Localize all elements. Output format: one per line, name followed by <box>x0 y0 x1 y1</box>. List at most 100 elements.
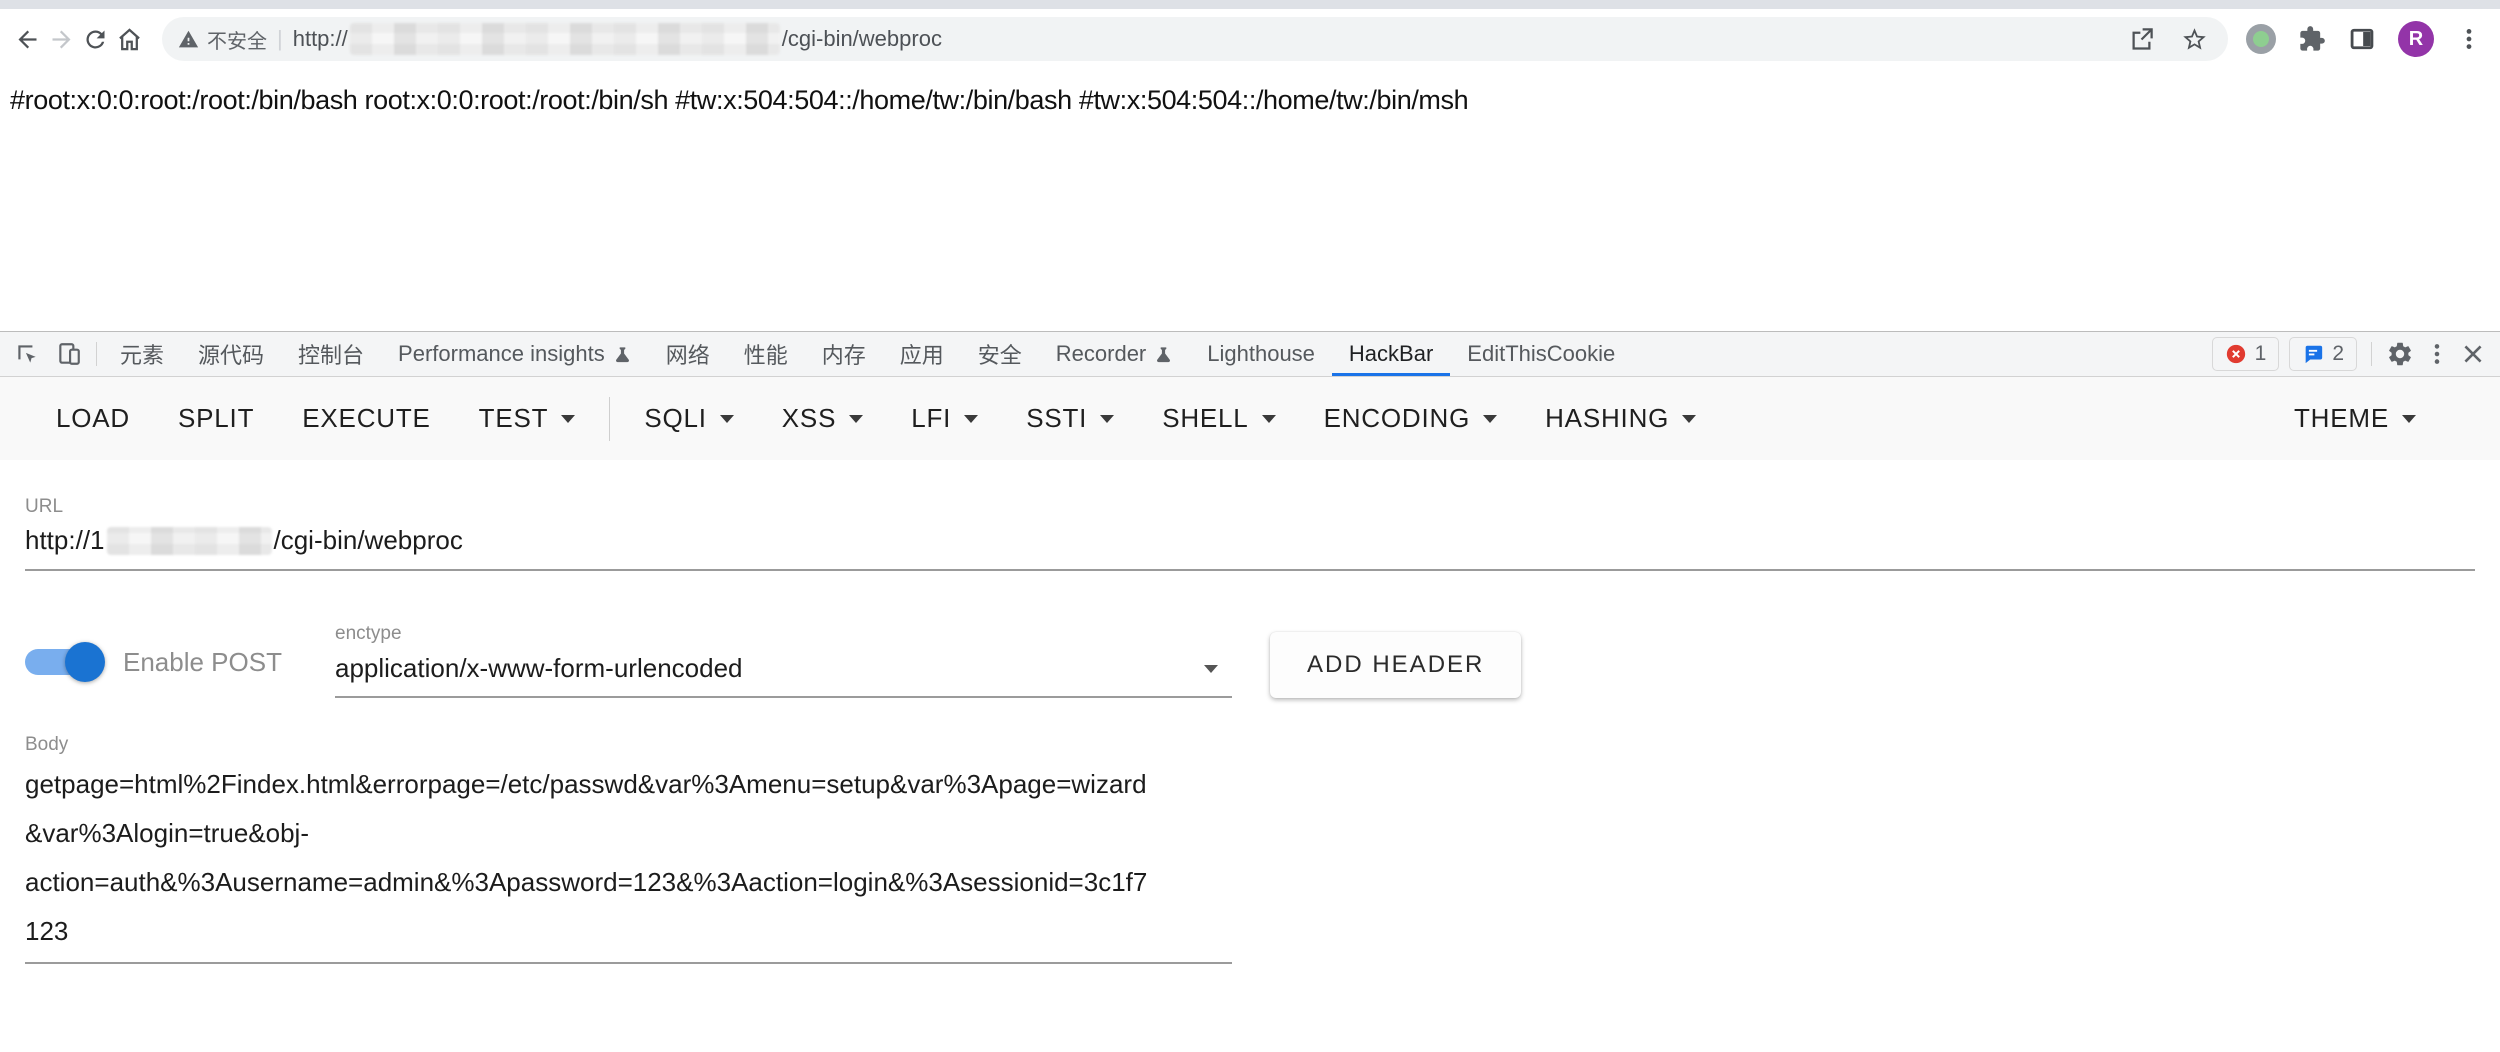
reload-icon <box>82 26 109 53</box>
devtools-menu-icon[interactable] <box>2424 341 2450 367</box>
reload-button[interactable] <box>78 22 112 56</box>
bookmark-star-icon[interactable] <box>2181 26 2208 53</box>
browser-tab-strip <box>0 0 2500 9</box>
menu-ssti[interactable]: SSTI <box>1002 403 1138 434</box>
tab-network[interactable]: 网络 <box>649 332 727 376</box>
body-field[interactable]: Body getpage=html%2Findex.html&errorpage… <box>25 734 2475 964</box>
url-scheme: http:// <box>293 26 348 52</box>
share-icon[interactable] <box>2128 26 2155 53</box>
browser-window: 不安全 | http:// /cgi-bin/webproc R #root:x:… <box>0 0 2500 1052</box>
hackbar-panel: URL http://1/cgi-bin/webproc Enable POST… <box>0 460 2500 1052</box>
tabbar-separator <box>2371 342 2372 366</box>
console-messages-badge[interactable]: 2 <box>2289 337 2357 371</box>
redacted-host-blur <box>107 527 272 555</box>
dropdown-arrow-icon <box>1204 665 1218 673</box>
body-field-value[interactable]: getpage=html%2Findex.html&errorpage=/etc… <box>25 760 1232 956</box>
menu-theme[interactable]: THEME <box>2270 403 2440 434</box>
inspect-cursor-icon <box>14 341 40 367</box>
device-toolbar-button[interactable] <box>48 332 90 376</box>
devtools-settings-gear-icon[interactable] <box>2386 340 2414 368</box>
menu-test[interactable]: TEST <box>455 403 600 434</box>
browser-toolbar: 不安全 | http:// /cgi-bin/webproc R <box>0 9 2500 69</box>
menu-separator <box>609 397 610 441</box>
menu-lfi[interactable]: LFI <box>887 403 1002 434</box>
console-errors-badge[interactable]: 1 <box>2212 337 2280 371</box>
chevron-down-icon <box>1682 415 1696 423</box>
tab-security[interactable]: 安全 <box>961 332 1039 376</box>
chevron-down-icon <box>2402 415 2416 423</box>
error-icon <box>2225 343 2247 365</box>
menu-shell[interactable]: SHELL <box>1138 403 1299 434</box>
tab-sources[interactable]: 源代码 <box>181 332 281 376</box>
chevron-down-icon <box>1262 415 1276 423</box>
url-path: /cgi-bin/webproc <box>782 26 942 52</box>
device-toolbar-icon <box>56 341 82 367</box>
experiment-flask-icon <box>613 345 632 364</box>
tabbar-separator <box>96 342 97 366</box>
address-separator: | <box>277 26 283 52</box>
devtools-panel: 元素 源代码 控制台 Performance insights 网络 性能 内存… <box>0 331 2500 1052</box>
menu-encoding[interactable]: ENCODING <box>1300 403 1522 434</box>
tab-editthiscookie[interactable]: EditThisCookie <box>1450 332 1632 376</box>
url-field[interactable]: URL http://1/cgi-bin/webproc <box>25 496 2475 571</box>
tab-performance-insights[interactable]: Performance insights <box>381 332 649 376</box>
enctype-select[interactable]: enctype application/x-www-form-urlencode… <box>335 623 1232 698</box>
home-button[interactable] <box>112 22 146 56</box>
home-icon <box>116 26 143 53</box>
enctype-value: application/x-www-form-urlencoded <box>335 653 743 684</box>
extensions-puzzle-icon[interactable] <box>2298 25 2326 53</box>
enctype-underline <box>335 696 1232 698</box>
message-bubble-icon <box>2302 343 2324 365</box>
hackbar-menu-toolbar: LOAD SPLIT EXECUTE TEST SQLI XSS LFI SST… <box>0 377 2500 460</box>
menu-xss[interactable]: XSS <box>758 403 887 434</box>
url-value-suffix: /cgi-bin/webproc <box>274 525 463 556</box>
tab-lighthouse[interactable]: Lighthouse <box>1190 332 1332 376</box>
enable-post-toggle[interactable] <box>25 642 101 682</box>
tab-memory[interactable]: 内存 <box>805 332 883 376</box>
body-field-label: Body <box>25 734 2475 756</box>
passwd-output-text: #root:x:0:0:root:/root:/bin/bash root:x:… <box>10 85 2490 116</box>
forward-icon <box>48 26 75 53</box>
tab-recorder[interactable]: Recorder <box>1039 332 1190 376</box>
url-value-prefix: http://1 <box>25 525 105 556</box>
url-field-label: URL <box>25 496 2475 518</box>
chevron-down-icon <box>561 415 575 423</box>
chevron-down-icon <box>1483 415 1497 423</box>
menu-split[interactable]: SPLIT <box>154 403 278 434</box>
forward-button[interactable] <box>44 22 78 56</box>
inspect-element-button[interactable] <box>6 332 48 376</box>
url-field-underline <box>25 569 2475 571</box>
tab-elements[interactable]: 元素 <box>103 332 181 376</box>
chevron-down-icon <box>964 415 978 423</box>
tab-application[interactable]: 应用 <box>883 332 961 376</box>
url-field-value[interactable]: http://1/cgi-bin/webproc <box>25 525 2475 556</box>
menu-hashing[interactable]: HASHING <box>1521 403 1720 434</box>
page-viewport: #root:x:0:0:root:/root:/bin/bash root:x:… <box>0 69 2500 331</box>
redacted-host-blur <box>350 23 780 55</box>
security-status-label[interactable]: 不安全 <box>207 25 267 54</box>
side-panel-icon[interactable] <box>2348 25 2376 53</box>
experiment-flask-icon <box>1154 345 1173 364</box>
not-secure-warning-icon <box>178 29 199 50</box>
address-bar[interactable]: 不安全 | http:// /cgi-bin/webproc <box>162 17 2228 61</box>
devtools-close-icon[interactable] <box>2460 341 2486 367</box>
back-button[interactable] <box>10 22 44 56</box>
enable-post-label: Enable POST <box>123 647 282 678</box>
tab-performance[interactable]: 性能 <box>727 332 805 376</box>
back-icon <box>14 26 41 53</box>
page-url[interactable]: http:// /cgi-bin/webproc <box>293 23 942 55</box>
tab-hackbar[interactable]: HackBar <box>1332 332 1450 376</box>
body-field-underline <box>25 962 1232 964</box>
profile-avatar[interactable]: R <box>2398 21 2434 57</box>
menu-sqli[interactable]: SQLI <box>620 403 757 434</box>
chevron-down-icon <box>849 415 863 423</box>
enctype-label: enctype <box>335 623 1232 645</box>
tab-console[interactable]: 控制台 <box>281 332 381 376</box>
extension-status-icon[interactable] <box>2246 24 2276 54</box>
browser-menu-icon[interactable] <box>2456 26 2482 52</box>
menu-execute[interactable]: EXECUTE <box>278 403 454 434</box>
chevron-down-icon <box>720 415 734 423</box>
devtools-tabbar: 元素 源代码 控制台 Performance insights 网络 性能 内存… <box>0 332 2500 377</box>
menu-load[interactable]: LOAD <box>32 403 154 434</box>
add-header-button[interactable]: ADD HEADER <box>1270 632 1521 698</box>
